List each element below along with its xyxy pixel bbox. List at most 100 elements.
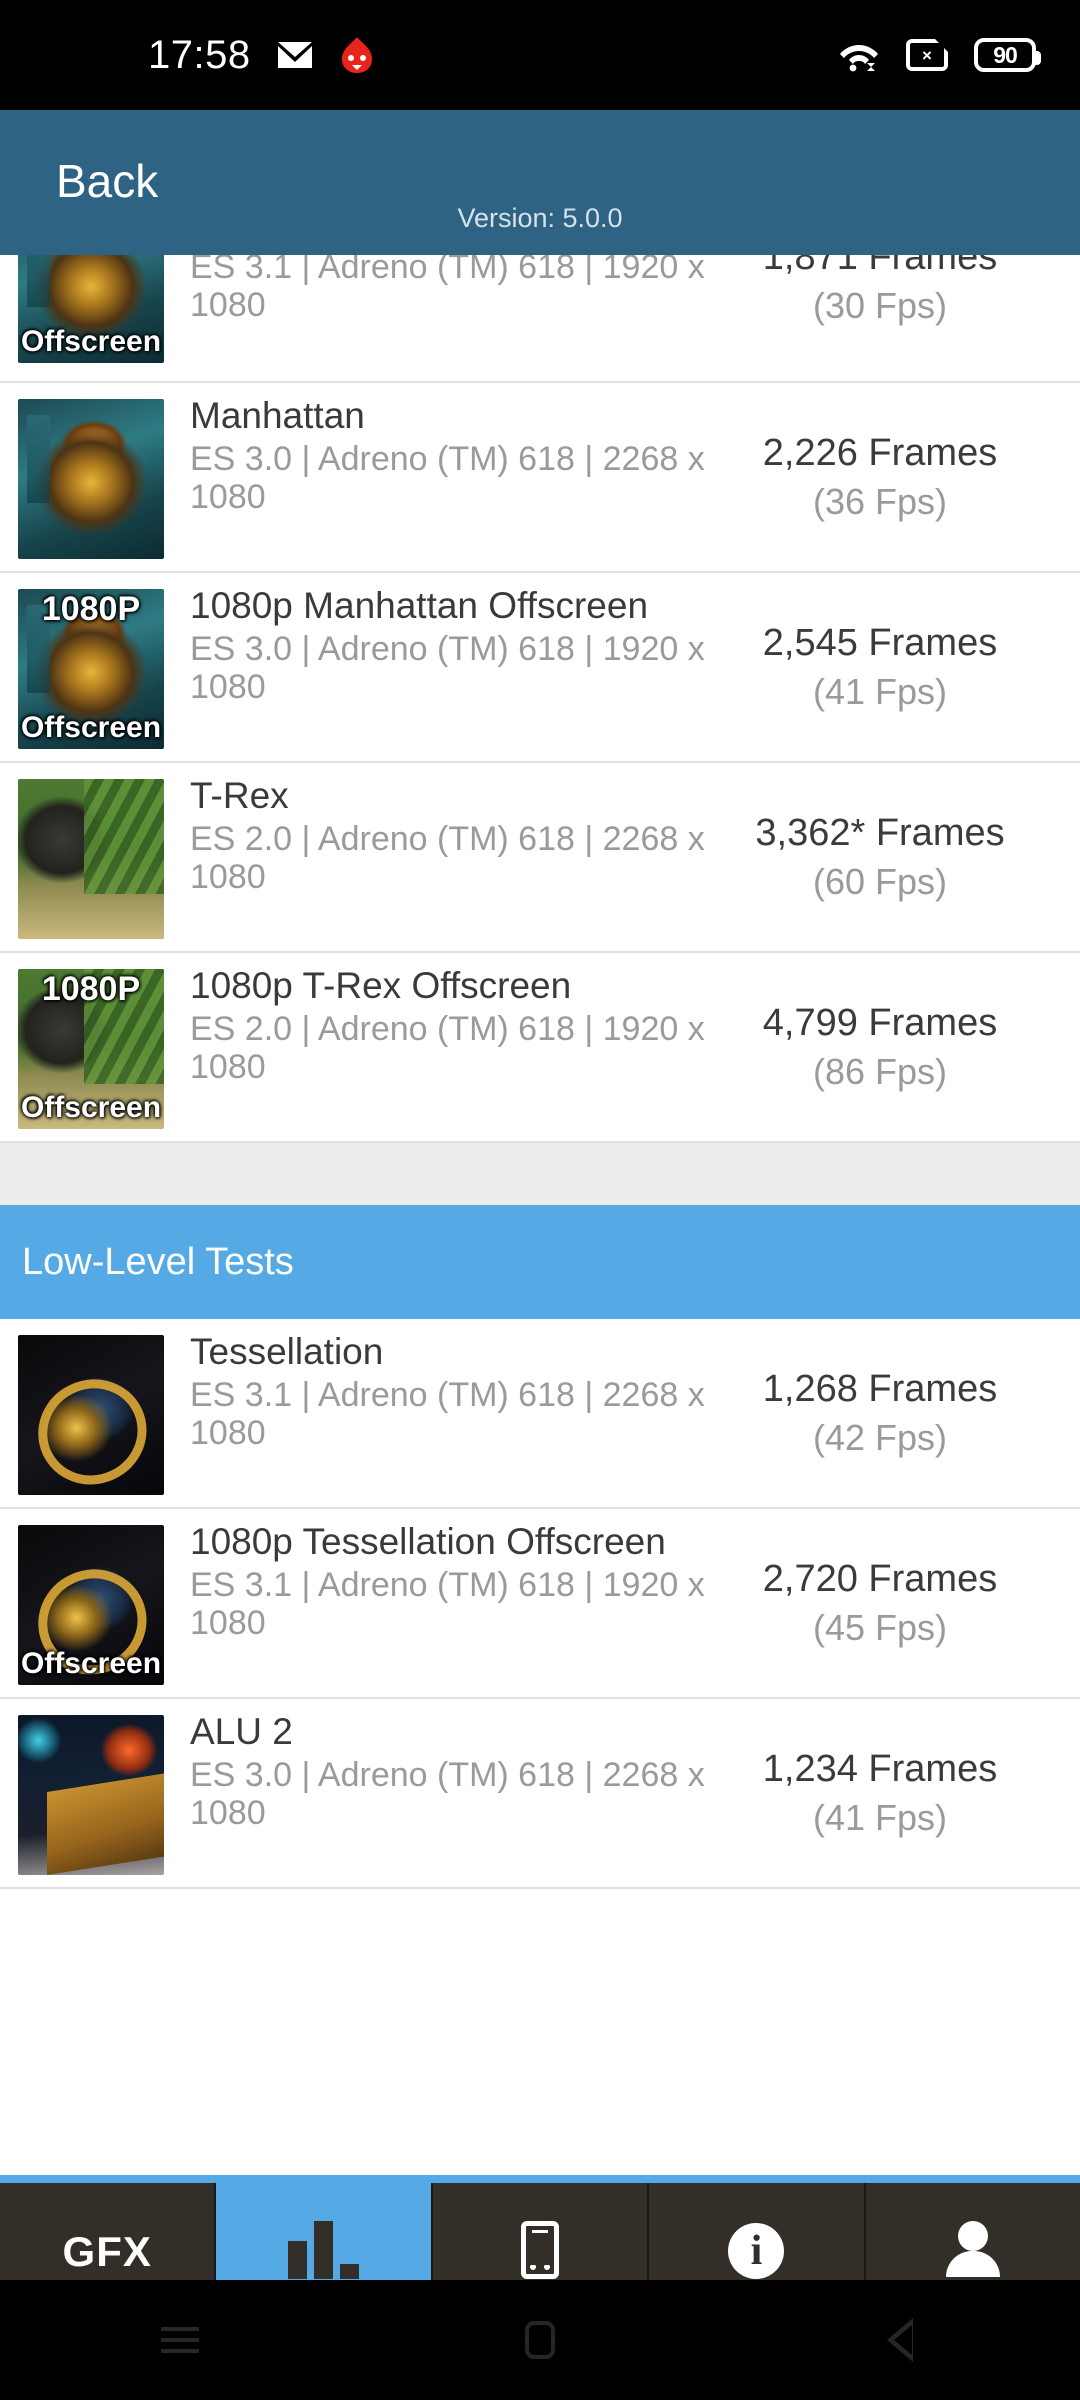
test-score: 2,226 Frames (36 Fps) (710, 395, 1050, 523)
frames-value: 2,226 Frames (710, 433, 1050, 475)
back-button-system[interactable] (840, 2280, 960, 2400)
wifi-icon (838, 38, 880, 72)
results-list[interactable]: 1080POffscreen1080p Manhattan 3.1 Offscr… (0, 255, 1080, 2175)
result-row[interactable]: ManhattanES 3.0 | Adreno (TM) 618 | 2268… (0, 383, 1080, 573)
test-subtitle: ES 2.0 | Adreno (TM) 618 | 1920 x 1080 (190, 1010, 710, 1086)
result-row[interactable]: 1080POffscreen1080p Manhattan 3.1 Offscr… (0, 255, 1080, 383)
fps-value: (36 Fps) (710, 480, 1050, 523)
thumbnail-offscreen-tag: Offscreen (18, 1093, 164, 1123)
test-subtitle: ES 2.0 | Adreno (TM) 618 | 2268 x 1080 (190, 820, 710, 896)
phone-glyph (521, 2221, 559, 2279)
test-info: 1080p T-Rex OffscreenES 2.0 | Adreno (TM… (164, 965, 710, 1086)
test-info: TessellationES 3.1 | Adreno (TM) 618 | 2… (164, 1331, 710, 1452)
sim-card-off-icon: × (906, 39, 948, 71)
status-bar-clock: 17:58 (148, 33, 251, 78)
test-info: T-RexES 2.0 | Adreno (TM) 618 | 2268 x 1… (164, 775, 710, 896)
result-row[interactable]: T-RexES 2.0 | Adreno (TM) 618 | 2268 x 1… (0, 763, 1080, 953)
test-title: 1080p Tessellation Offscreen (190, 1521, 710, 1562)
antutu-icon (339, 36, 375, 74)
thumbnail-resolution-tag: 1080P (18, 972, 164, 1006)
test-score: 2,720 Frames (45 Fps) (710, 1521, 1050, 1649)
app-header: Back Version: 5.0.0 (0, 110, 1080, 255)
test-info: ManhattanES 3.0 | Adreno (TM) 618 | 2268… (164, 395, 710, 516)
battery-level-label: 90 (993, 42, 1017, 69)
person-glyph (945, 2221, 1001, 2279)
accent-strip (0, 2175, 1080, 2183)
test-thumbnail (18, 779, 164, 939)
frames-value: 1,871 Frames (710, 255, 1050, 279)
test-info: ALU 2ES 3.0 | Adreno (TM) 618 | 2268 x 1… (164, 1711, 710, 1832)
test-thumbnail: Offscreen (18, 1525, 164, 1685)
test-thumbnail (18, 399, 164, 559)
recents-button[interactable] (120, 2280, 240, 2400)
test-subtitle: ES 3.1 | Adreno (TM) 618 | 1920 x 1080 (190, 255, 710, 324)
result-row[interactable]: ALU 2ES 3.0 | Adreno (TM) 618 | 2268 x 1… (0, 1699, 1080, 1889)
result-row[interactable]: TessellationES 3.1 | Adreno (TM) 618 | 2… (0, 1319, 1080, 1509)
gfx-logo-icon: GFX (63, 2217, 152, 2279)
test-title: ALU 2 (190, 1711, 710, 1752)
sim-x-glyph: × (922, 47, 932, 64)
section-spacer (0, 1143, 1080, 1205)
thumbnail-artwork (18, 399, 164, 559)
status-bar-left: 17:58 (148, 33, 375, 78)
fps-value: (42 Fps) (710, 1416, 1050, 1459)
status-bar-right: × 90 (838, 38, 1036, 72)
test-subtitle: ES 3.0 | Adreno (TM) 618 | 2268 x 1080 (190, 1756, 710, 1832)
fps-value: (45 Fps) (710, 1606, 1050, 1649)
thumbnail-offscreen-tag: Offscreen (18, 713, 164, 743)
test-score: 1,871 Frames (30 Fps) (710, 255, 1050, 327)
menu-icon (161, 2320, 199, 2360)
home-button[interactable] (480, 2280, 600, 2400)
info-icon: i (728, 2217, 784, 2279)
test-title: Tessellation (190, 1331, 710, 1372)
gfx-wordmark: GFX (63, 2231, 152, 2279)
fps-value: (60 Fps) (710, 860, 1050, 903)
test-info: 1080p Manhattan 3.1 OffscreenES 3.1 | Ad… (164, 255, 710, 324)
test-thumbnail: 1080P Offscreen (18, 589, 164, 749)
test-title: T-Rex (190, 775, 710, 816)
back-button[interactable]: Back (56, 158, 158, 204)
phone-screen: 17:58 (0, 0, 1080, 2400)
frames-value: 1,268 Frames (710, 1369, 1050, 1411)
frames-value: 1,234 Frames (710, 1749, 1050, 1791)
test-thumbnail (18, 1715, 164, 1875)
test-subtitle: ES 3.0 | Adreno (TM) 618 | 2268 x 1080 (190, 440, 710, 516)
test-info: 1080p Manhattan OffscreenES 3.0 | Adreno… (164, 585, 710, 706)
bar-chart-icon (288, 2217, 359, 2279)
fps-value: (41 Fps) (710, 1796, 1050, 1839)
test-score: 1,268 Frames (42 Fps) (710, 1331, 1050, 1459)
test-subtitle: ES 3.0 | Adreno (TM) 618 | 1920 x 1080 (190, 630, 710, 706)
test-info: 1080p Tessellation OffscreenES 3.1 | Adr… (164, 1521, 710, 1642)
frames-value: 4,799 Frames (710, 1003, 1050, 1045)
test-thumbnail: 1080POffscreen (18, 255, 164, 363)
person-icon (945, 2217, 1001, 2279)
gmail-icon (277, 41, 313, 69)
frames-value: 3,362* Frames (710, 813, 1050, 855)
home-icon (525, 2321, 555, 2359)
status-bar: 17:58 (0, 0, 1080, 110)
frames-value: 2,720 Frames (710, 1559, 1050, 1601)
thumbnail-offscreen-tag: Offscreen (18, 1649, 164, 1679)
version-label: Version: 5.0.0 (0, 203, 1080, 234)
test-score: 4,799 Frames (86 Fps) (710, 965, 1050, 1093)
info-glyph: i (728, 2223, 784, 2279)
battery-icon: 90 (974, 38, 1036, 72)
thumbnail-resolution-tag: 1080P (18, 592, 164, 626)
test-score: 1,234 Frames (41 Fps) (710, 1711, 1050, 1839)
fps-value: (86 Fps) (710, 1050, 1050, 1093)
test-subtitle: ES 3.1 | Adreno (TM) 618 | 2268 x 1080 (190, 1376, 710, 1452)
android-navigation-bar (0, 2280, 1080, 2400)
bar-chart-glyph (288, 2221, 359, 2279)
fps-value: (30 Fps) (710, 284, 1050, 327)
result-row[interactable]: 1080POffscreen1080p Manhattan OffscreenE… (0, 573, 1080, 763)
thumbnail-offscreen-tag: Offscreen (18, 327, 164, 357)
section-header-low-level-tests: Low-Level Tests (0, 1205, 1080, 1319)
thumbnail-artwork (18, 1715, 164, 1875)
thumbnail-artwork (18, 1335, 164, 1495)
result-row[interactable]: Offscreen1080p Tessellation OffscreenES … (0, 1509, 1080, 1699)
test-thumbnail: 1080P Offscreen (18, 969, 164, 1129)
back-icon (887, 2318, 913, 2362)
test-title: 1080p Manhattan Offscreen (190, 585, 710, 626)
result-row[interactable]: 1080P Offscreen1080p T-Rex OffscreenES 2.… (0, 953, 1080, 1143)
test-score: 3,362* Frames (60 Fps) (710, 775, 1050, 903)
